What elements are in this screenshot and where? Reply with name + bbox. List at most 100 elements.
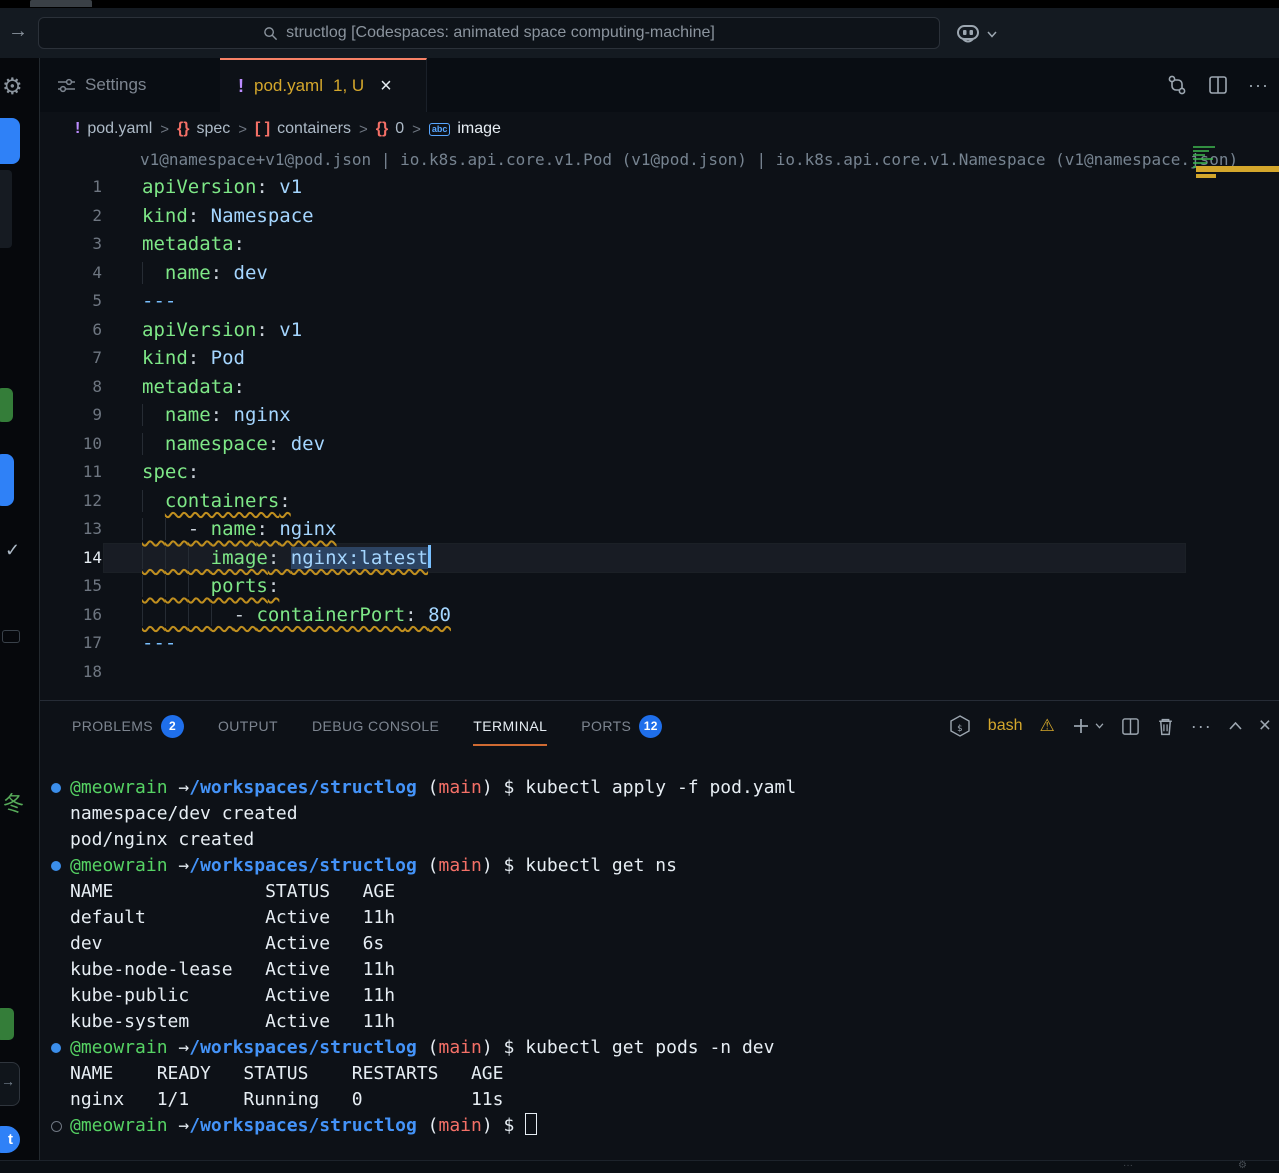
token: : (405, 604, 428, 626)
panel-tab-label: PROBLEMS (72, 718, 153, 734)
code-line[interactable]: 15 ports: (40, 572, 1279, 601)
token: name (165, 262, 211, 284)
plus-icon (1072, 717, 1090, 735)
terminal-line: kube-node-lease Active 11h (70, 957, 1279, 983)
token: ) (482, 777, 504, 798)
new-terminal-button[interactable] (1072, 717, 1104, 735)
panel-tab-ports[interactable]: PORTS12 (581, 701, 662, 751)
command-center-search[interactable]: structlog [Codespaces: animated space co… (38, 17, 940, 49)
shell-label[interactable]: bash (988, 717, 1023, 735)
compare-changes-icon[interactable] (1166, 74, 1188, 96)
tab-settings-label: Settings (85, 75, 146, 95)
gear-icon[interactable]: ⚙ (2, 74, 23, 100)
tab-settings[interactable]: Settings (40, 58, 220, 112)
copilot-icon (955, 22, 981, 46)
code-editor[interactable]: 1apiVersion: v12kind: Namespace3metadata… (40, 173, 1279, 686)
more-actions-icon[interactable]: ··· (1248, 75, 1269, 96)
terminal-line: pod/nginx created (70, 827, 1279, 853)
close-icon[interactable]: × (380, 75, 392, 98)
line-content: kind: Pod (102, 344, 245, 373)
terminal-line: kube-public Active 11h (70, 983, 1279, 1009)
panel-tab-terminal[interactable]: TERMINAL (473, 701, 547, 751)
minimap-line (1193, 154, 1205, 156)
code-line[interactable]: 4 name: dev (40, 259, 1279, 288)
code-line[interactable]: 10 namespace: dev (40, 430, 1279, 459)
code-line[interactable]: 13 - name: nginx (40, 515, 1279, 544)
minimap-line (1193, 158, 1213, 160)
code-line[interactable]: 8metadata: (40, 373, 1279, 402)
breadcrumb-item[interactable]: image (457, 120, 501, 138)
token: dev (234, 262, 268, 284)
panel-tab-debug-console[interactable]: DEBUG CONSOLE (312, 701, 439, 751)
tab-pod-yaml[interactable]: ! pod.yaml 1, U × (220, 58, 427, 112)
breadcrumb-symbol-icon[interactable]: [ ] (255, 120, 270, 138)
code-line[interactable]: 9 name: nginx (40, 401, 1279, 430)
panel-tab-badge: 2 (161, 715, 184, 738)
token: kube-public Active 11h (70, 985, 395, 1006)
panel-tab-problems[interactable]: PROBLEMS 2 (72, 701, 184, 751)
panel-more-icon[interactable]: ··· (1191, 716, 1212, 737)
code-line[interactable]: 6apiVersion: v1 (40, 316, 1279, 345)
code-line[interactable]: 1apiVersion: v1 (40, 173, 1279, 202)
token: → (178, 855, 189, 876)
token: : (188, 347, 211, 369)
comment-bubble-icon[interactable] (2, 630, 20, 643)
panel-close-icon[interactable]: × (1259, 714, 1271, 738)
token: main (439, 1115, 482, 1136)
token: ( (417, 777, 439, 798)
breadcrumb[interactable]: ! pod.yaml > {} spec > [ ] containers > {} 0 > abcim… (40, 112, 1279, 146)
code-line[interactable]: 5--- (40, 287, 1279, 316)
token: : (279, 490, 290, 512)
code-line[interactable]: 2kind: Namespace (40, 202, 1279, 231)
token: $ (504, 855, 526, 876)
split-terminal-icon[interactable] (1121, 717, 1140, 736)
line-number: 16 (40, 601, 102, 630)
breadcrumb-warning-icon[interactable]: ! (75, 120, 80, 138)
token: ) (482, 855, 504, 876)
terminal[interactable]: @meowrain →/workspaces/structlog (main) … (40, 751, 1279, 1161)
terminal-line: kube-system Active 11h (70, 1009, 1279, 1035)
bash-terminal-icon: $ (949, 715, 971, 737)
terminal-line: @meowrain →/workspaces/structlog (main) … (70, 1113, 1279, 1139)
trash-icon[interactable] (1157, 717, 1174, 736)
abc-type-icon[interactable]: abc (429, 123, 451, 136)
terminal-line: @meowrain →/workspaces/structlog (main) … (70, 775, 1279, 801)
token (188, 575, 211, 597)
token (51, 861, 61, 871)
code-line[interactable]: 11spec: (40, 458, 1279, 487)
token: name (165, 404, 211, 426)
chevron-up-icon[interactable] (1229, 722, 1242, 730)
code-line[interactable]: 7kind: Pod (40, 344, 1279, 373)
check-icon[interactable]: ✓ (5, 540, 20, 561)
breadcrumb-item[interactable]: 0 (395, 120, 404, 138)
breadcrumb-item[interactable]: containers (277, 120, 351, 138)
code-line[interactable]: 12 containers: (40, 487, 1279, 516)
breadcrumb-file[interactable]: pod.yaml (87, 120, 152, 138)
split-editor-icon[interactable] (1208, 75, 1228, 95)
dark-panel-fragment (0, 170, 12, 248)
code-line[interactable]: 17--- (40, 629, 1279, 658)
green-block-2 (0, 1008, 14, 1040)
breadcrumb-separator-icon[interactable]: > (237, 121, 248, 138)
breadcrumb-separator-icon[interactable]: > (159, 121, 170, 138)
token: containerPort (256, 604, 405, 626)
breadcrumb-symbol-icon[interactable]: {} (376, 120, 388, 138)
copilot-menu[interactable] (955, 22, 997, 46)
minimap-line (1193, 146, 1215, 148)
breadcrumb-separator-icon[interactable]: > (411, 121, 422, 138)
editor-actions: ··· (1166, 58, 1269, 112)
code-line[interactable]: 3metadata: (40, 230, 1279, 259)
panel-tab-output[interactable]: OUTPUT (218, 701, 278, 751)
line-number: 13 (40, 515, 102, 544)
breadcrumb-item[interactable]: spec (196, 120, 230, 138)
code-line[interactable]: 16 - containerPort: 80 (40, 601, 1279, 630)
token: ( (417, 1037, 439, 1058)
token (188, 547, 211, 569)
code-line[interactable]: 18 (40, 658, 1279, 687)
forward-arrow-icon[interactable]: → (8, 20, 28, 43)
breadcrumb-symbol-icon[interactable]: {} (177, 120, 189, 138)
token: NAME READY STATUS RESTARTS AGE (70, 1063, 503, 1084)
code-line[interactable]: 14 image: nginx:latest (40, 544, 1279, 573)
breadcrumb-separator-icon[interactable]: > (358, 121, 369, 138)
editor-area: ! pod.yaml > {} spec > [ ] containers > {} 0 > abcim… (40, 112, 1279, 700)
